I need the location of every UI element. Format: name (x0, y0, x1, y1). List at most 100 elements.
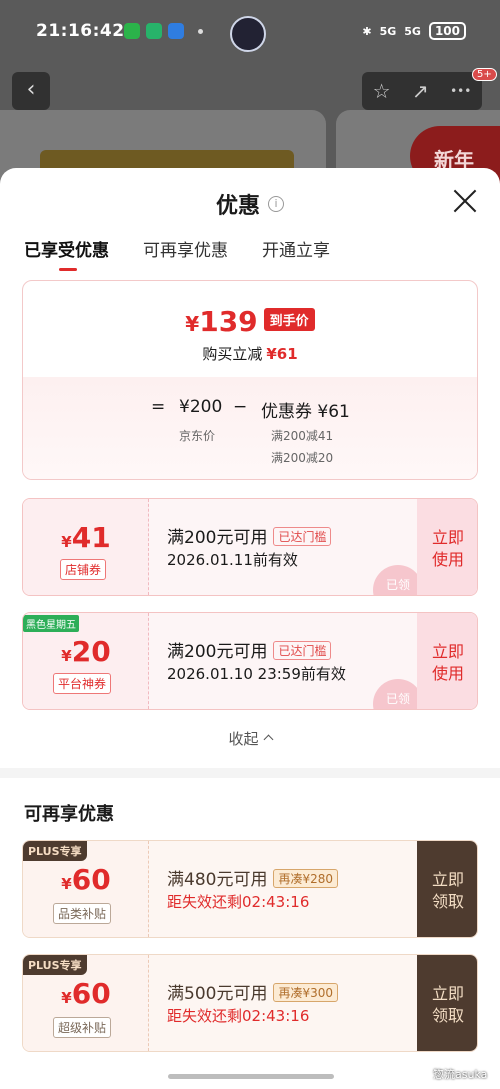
discount-sheet: 优惠 i 已享受优惠 可再享优惠 开通立享 ¥139 到手价 购买立减 ¥61 = ¥… (0, 168, 500, 1089)
coupon-amount: ¥41 (23, 521, 149, 554)
reduce-line: 购买立减 ¥61 (23, 343, 477, 364)
plus-exclusive-flag: PLUS专享 (23, 841, 87, 861)
coupon-threshold-badge: 已达门槛 (273, 641, 332, 660)
signal-2-icon: 5G (404, 24, 421, 38)
tab-more-available[interactable]: 可再享优惠 (143, 236, 228, 271)
use-now-label-2: 使用 (431, 664, 464, 683)
wechat-icon (124, 23, 140, 39)
sheet-title-text: 优惠 (215, 194, 260, 219)
coupon-validity: 2026.01.10 23:59前有效 (167, 665, 346, 683)
coupon-validity: 2026.01.11前有效 (167, 551, 298, 569)
coupon-condition-line: 满500元可用 再凑¥300 (167, 979, 338, 1004)
base-price-label: 京东价 (179, 429, 216, 443)
collapse-button[interactable]: 收起 (0, 728, 500, 749)
reduce-value: ¥61 (266, 345, 298, 363)
tab-activate[interactable]: 开通立享 (262, 236, 330, 271)
info-icon[interactable]: i (268, 196, 284, 212)
add-more-badge: 再凑¥300 (273, 983, 338, 1002)
tab-enjoyed[interactable]: 已享受优惠 (24, 236, 109, 271)
coupon-value: 20 (71, 635, 111, 668)
sheet-title: 优惠 i (0, 188, 500, 220)
claim-now-button[interactable]: 立即 领取 (417, 955, 477, 1051)
price-tag: 到手价 (263, 308, 315, 331)
coupon-amount: ¥60 (23, 977, 149, 1010)
home-indicator[interactable] (168, 1074, 334, 1079)
dynamic-island-avatar (230, 16, 266, 52)
coupon-detail-2: 满200减20 (271, 451, 334, 465)
coupon-condition-line: 满200元可用 已达门槛 (167, 523, 332, 548)
coupon-amount: ¥20 (23, 635, 149, 668)
status-bar: 21:16:42 ✱ 5G 5G 100 (0, 0, 500, 62)
coupon-value: 41 (71, 521, 111, 554)
watermark: 惣流asuka (433, 1068, 488, 1081)
coupon-total: 优惠券 ¥61 (261, 402, 350, 422)
claim-label-2: 领取 (431, 1006, 464, 1025)
plus-coupon-card: PLUS专享 ¥60 品类补贴 满480元可用 再凑¥280 距失效还剩02:43… (22, 840, 478, 938)
app-notification-icon (146, 23, 162, 39)
signal-1-icon: 5G (379, 24, 397, 38)
coupon-condition: 满200元可用 (167, 642, 268, 662)
coupon-value-area: ¥41 店铺券 (23, 499, 149, 595)
equals-sign: = (151, 397, 166, 417)
price-currency: ¥ (185, 312, 200, 336)
plus-coupon-card: PLUS专享 ¥60 超级补贴 满500元可用 再凑¥300 距失效还剩02:43… (22, 954, 478, 1052)
coupon-info: 满500元可用 再凑¥300 距失效还剩02:43:16 (149, 955, 417, 1051)
final-price: ¥139 到手价 (23, 305, 477, 338)
claim-label-1: 立即 (431, 984, 464, 1003)
share-icon[interactable]: ↗ (412, 79, 429, 103)
bluetooth-icon: ✱ (362, 24, 372, 38)
minus-sign: − (233, 397, 248, 417)
coupon-type: 品类补贴 (53, 903, 112, 924)
use-now-label-1: 立即 (431, 528, 464, 547)
collapse-label: 收起 (228, 730, 259, 748)
coupon-currency: ¥ (61, 533, 72, 551)
coupon-value-area: PLUS专享 ¥60 品类补贴 (23, 841, 149, 937)
more-icon[interactable]: ••• (450, 84, 471, 98)
base-price: ¥200 (179, 397, 223, 417)
reduce-label: 购买立减 (202, 345, 263, 363)
coupon-card: 黑色星期五 ¥20 平台神券 满200元可用 已达门槛 2026.01.10 23… (22, 612, 478, 710)
topbar-actions: ☆ ↗ ••• (362, 72, 482, 110)
coupon-condition: 满500元可用 (167, 984, 268, 1004)
plus-exclusive-flag: PLUS专享 (23, 955, 87, 975)
claim-label-1: 立即 (431, 870, 464, 889)
coupon-expire-countdown: 距失效还剩02:43:16 (167, 1007, 310, 1025)
coupon-detail-1: 满200减41 (271, 429, 334, 443)
coupon-info: 满200元可用 已达门槛 2026.01.10 23:59前有效 已领 (149, 613, 423, 709)
summary-breakdown-bg (23, 377, 477, 479)
coupon-info: 满200元可用 已达门槛 2026.01.11前有效 已领 (149, 499, 423, 595)
coupon-value: 60 (71, 863, 111, 896)
message-badge: 5+ (472, 68, 497, 81)
coupon-currency: ¥ (61, 989, 72, 1007)
use-now-button[interactable]: 立即 使用 (417, 499, 477, 595)
more-notifications-icon (198, 28, 203, 34)
discount-tabs: 已享受优惠 可再享优惠 开通立享 (24, 236, 330, 271)
favorite-icon[interactable]: ☆ (373, 79, 391, 103)
use-now-button[interactable]: 立即 使用 (417, 613, 477, 709)
coupon-condition: 满200元可用 (167, 528, 268, 548)
coupon-card: ¥41 店铺券 满200元可用 已达门槛 2026.01.11前有效 已领 立即使… (22, 498, 478, 596)
coupon-value-area: PLUS专享 ¥60 超级补贴 (23, 955, 149, 1051)
navigation-app-icon (168, 23, 184, 39)
claim-now-button[interactable]: 立即 领取 (417, 841, 477, 937)
coupon-currency: ¥ (61, 647, 72, 665)
coupon-info: 满480元可用 再凑¥280 距失效还剩02:43:16 (149, 841, 417, 937)
coupon-condition-line: 满200元可用 已达门槛 (167, 637, 332, 662)
status-indicators: ✱ 5G 5G 100 (362, 22, 466, 40)
price-value: 139 (199, 305, 258, 338)
more-discounts-title: 可再享优惠 (24, 804, 114, 825)
claimed-stamp-icon: 已领 (373, 679, 423, 709)
coupon-type: 超级补贴 (53, 1017, 112, 1038)
back-button[interactable]: ‹ (12, 72, 50, 110)
section-divider (0, 768, 500, 778)
claim-label-2: 领取 (431, 892, 464, 911)
price-summary: ¥139 到手价 购买立减 ¥61 = ¥200 − 优惠券 ¥61 京东价 满20… (22, 280, 478, 480)
black-friday-flag: 黑色星期五 (23, 615, 79, 632)
coupon-amount: ¥60 (23, 863, 149, 896)
use-now-label-2: 使用 (431, 550, 464, 569)
add-more-badge: 再凑¥280 (273, 869, 338, 888)
close-button[interactable] (452, 188, 478, 214)
status-app-icons (124, 23, 203, 39)
coupon-threshold-badge: 已达门槛 (273, 527, 332, 546)
coupon-condition: 满480元可用 (167, 870, 268, 890)
